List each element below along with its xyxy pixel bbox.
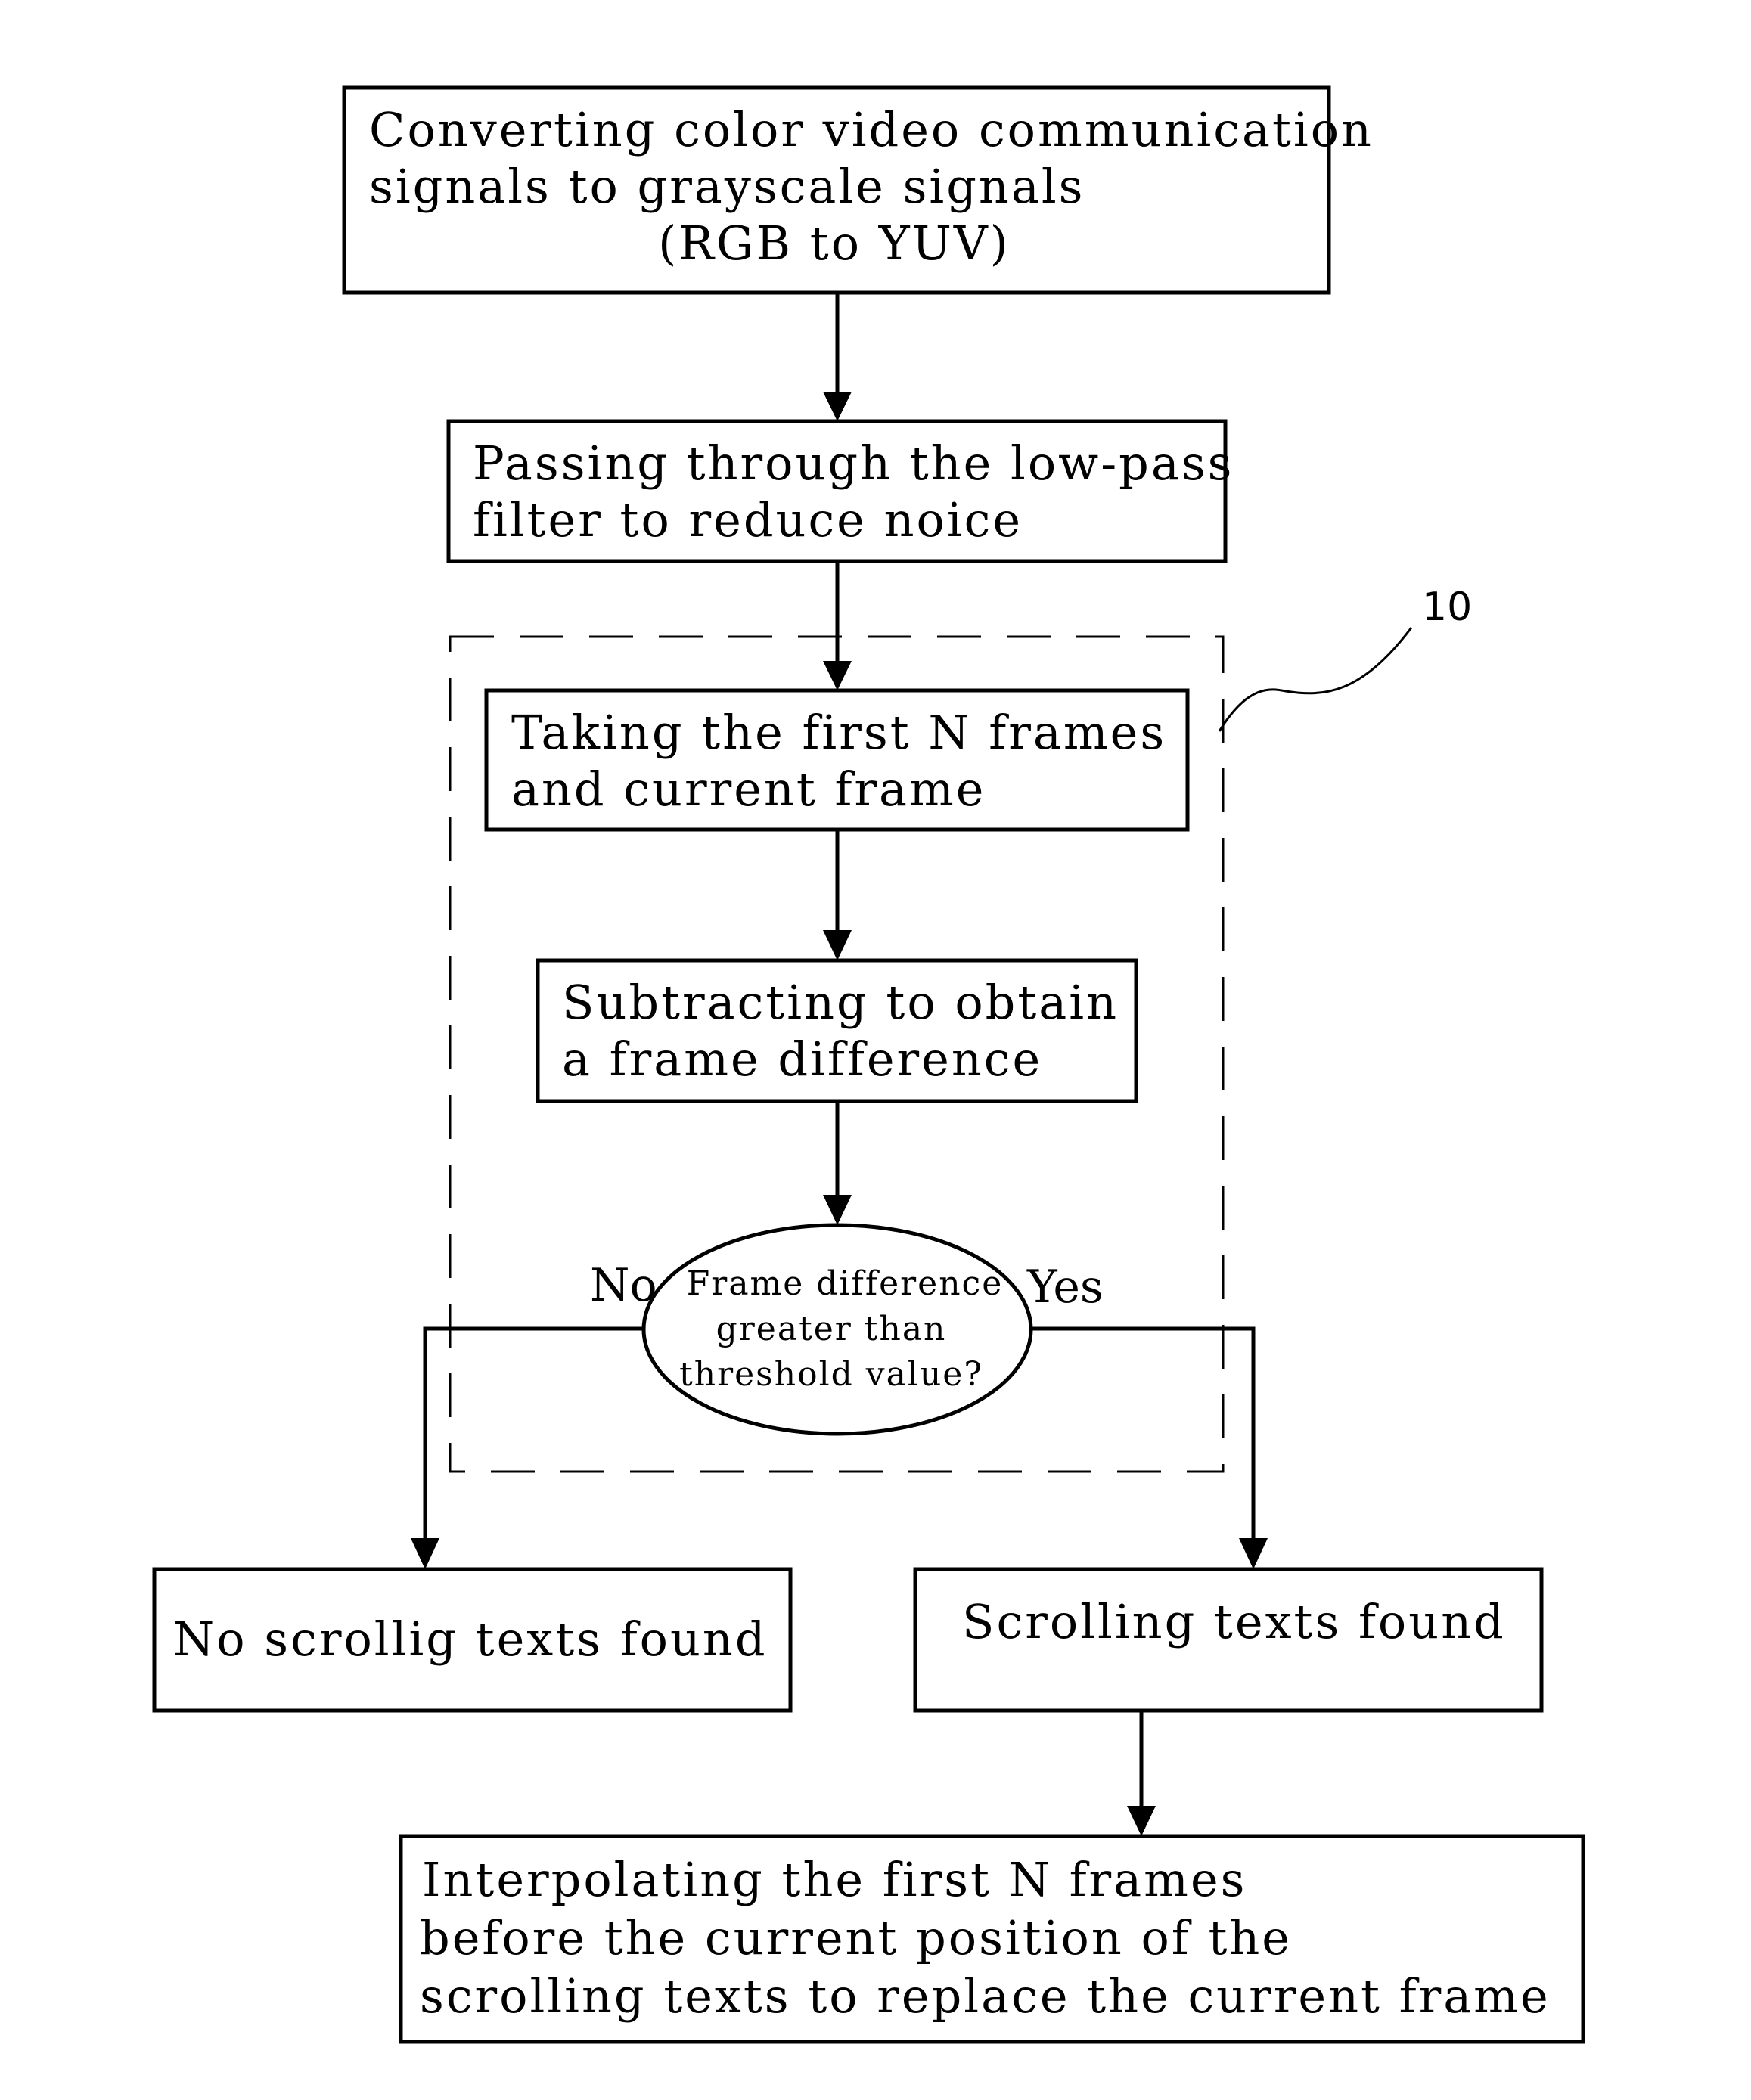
arrow-decision-to-no-result: [411, 1326, 644, 1569]
step-take-frames: Taking the first N frames and current fr…: [484, 688, 1190, 832]
arrowhead-icon: [411, 1538, 439, 1569]
arrowhead-icon: [823, 930, 852, 960]
step-interpolate-line-1: Interpolating the first N frames: [422, 1852, 1247, 1907]
step-no-result-line-1: No scrollig texts found: [173, 1611, 768, 1667]
step-filter-line-2: filter to reduce noice: [473, 492, 1023, 547]
arrowhead-icon: [823, 1195, 852, 1225]
step-yes-result-line-1: Scrolling texts found: [962, 1594, 1506, 1649]
arrowhead-icon: [823, 392, 852, 421]
step-subtract-line-2: a frame difference: [562, 1031, 1042, 1087]
arrowhead-icon: [1127, 1806, 1156, 1836]
step-take-frames-line-1: Taking the first N frames: [511, 705, 1166, 760]
step-convert-line-1: Converting color video communication: [369, 102, 1374, 157]
step-interpolate-line-2: before the current position of the: [420, 1910, 1292, 1965]
reference-label: 10: [1422, 585, 1472, 630]
arrowhead-icon: [823, 661, 852, 690]
step-filter: Passing through the low-pass filter to r…: [446, 419, 1234, 563]
step-no-result: No scrollig texts found: [152, 1567, 793, 1713]
arrow-decision-to-yes-result: [1031, 1326, 1268, 1569]
step-convert-line-3: (RGB to YUV): [658, 216, 1011, 271]
decision-line-2: greater than: [716, 1310, 947, 1348]
arrow-filter-to-take-frames: [823, 561, 852, 690]
arrowhead-icon: [1239, 1538, 1268, 1569]
branch-label-no: No: [590, 1259, 657, 1312]
step-convert: Converting color video communication sig…: [342, 85, 1374, 295]
step-interpolate-line-3: scrolling texts to replace the current f…: [420, 1968, 1551, 2024]
branch-label-yes: Yes: [1026, 1261, 1104, 1314]
arrow-yes-result-to-interpolate: [1127, 1711, 1156, 1836]
step-subtract: Subtracting to obtain a frame difference: [536, 958, 1138, 1103]
decision-threshold: Frame difference greater than threshold …: [641, 1223, 1033, 1436]
step-convert-line-2: signals to grayscale signals: [369, 159, 1085, 214]
step-filter-line-1: Passing through the low-pass: [473, 436, 1234, 491]
step-subtract-line-1: Subtracting to obtain: [562, 975, 1119, 1030]
decision-line-1: Frame difference: [687, 1264, 1003, 1303]
decision-line-3: threshold value?: [679, 1355, 983, 1394]
flowchart-canvas: Converting color video communication sig…: [152, 85, 1585, 2044]
arrow-convert-to-filter: [823, 293, 852, 421]
arrow-subtract-to-decision: [823, 1101, 852, 1225]
step-yes-result: Scrolling texts found: [913, 1567, 1544, 1713]
step-interpolate: Interpolating the first N frames before …: [399, 1834, 1585, 2044]
step-take-frames-line-2: and current frame: [511, 762, 986, 817]
reference-leader-line: [1218, 627, 1413, 732]
arrow-take-frames-to-subtract: [823, 830, 852, 960]
